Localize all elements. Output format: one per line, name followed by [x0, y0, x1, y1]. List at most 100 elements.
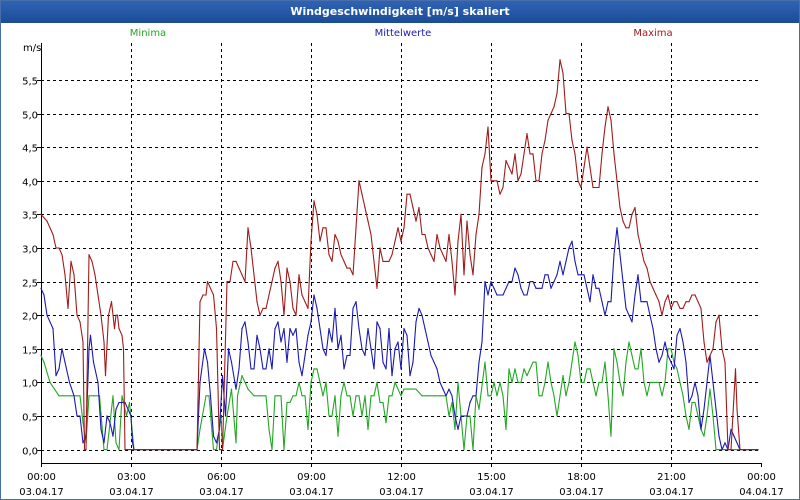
data-point: [586, 368, 588, 370]
data-point: [451, 395, 453, 397]
y-tick-label: 1,5: [22, 346, 38, 357]
data-point: [589, 301, 591, 303]
data-point: [340, 395, 342, 397]
data-point: [82, 442, 84, 444]
data-point: [331, 260, 333, 262]
data-point: [706, 415, 708, 417]
data-point: [502, 186, 504, 189]
data-point: [502, 294, 504, 296]
data-point: [619, 254, 621, 256]
data-point: [664, 381, 666, 383]
x-tick-date: 03.04.17: [289, 487, 334, 498]
data-point: [91, 260, 93, 262]
data-point: [448, 415, 450, 417]
data-point: [634, 368, 636, 370]
data-point: [298, 381, 300, 383]
data-point: [592, 186, 594, 189]
data-point: [244, 321, 246, 323]
data-point: [128, 401, 131, 404]
data-point: [541, 395, 543, 397]
x-tick-time: 21:00: [657, 472, 686, 483]
data-point: [505, 287, 507, 289]
data-point: [673, 301, 675, 303]
data-point: [736, 408, 738, 410]
y-tick-label: 0,5: [22, 413, 38, 424]
data-point: [394, 240, 396, 242]
data-point: [367, 220, 369, 222]
data-point: [298, 274, 300, 276]
data-point: [415, 220, 417, 222]
data-point: [92, 395, 95, 397]
data-point: [226, 281, 228, 283]
data-point: [76, 415, 78, 417]
data-point: [463, 449, 465, 451]
data-point: [130, 415, 132, 417]
data-point: [559, 59, 561, 61]
data-point: [325, 381, 327, 383]
data-point: [289, 401, 291, 404]
data-point: [532, 153, 534, 155]
data-point: [634, 294, 636, 296]
data-point: [694, 401, 696, 404]
data-point: [607, 106, 609, 108]
data-point: [343, 260, 345, 262]
data-point: [559, 395, 561, 397]
data-point: [484, 361, 486, 363]
data-point: [373, 368, 375, 370]
data-point: [667, 348, 669, 350]
x-tick-date: 03.04.17: [559, 487, 604, 498]
data-point: [538, 180, 540, 182]
data-point: [499, 381, 501, 383]
data-point: [508, 166, 510, 168]
data-point: [124, 449, 126, 451]
data-point: [643, 381, 645, 383]
data-point: [613, 348, 615, 350]
data-point: [394, 381, 396, 383]
data-point: [490, 281, 492, 283]
data-point: [511, 281, 513, 283]
data-point: [100, 314, 102, 316]
data-point: [628, 227, 630, 229]
data-point: [487, 395, 489, 397]
data-point: [70, 395, 72, 397]
data-point: [295, 314, 297, 316]
data-point: [619, 207, 621, 209]
data-point: [253, 368, 255, 370]
data-point: [397, 341, 399, 343]
data-point: [601, 153, 603, 155]
data-point: [337, 435, 339, 437]
data-point: [520, 381, 522, 383]
data-point: [334, 233, 336, 236]
data-point: [490, 395, 492, 397]
data-point: [40, 354, 42, 357]
data-point: [658, 381, 660, 383]
data-point: [628, 341, 630, 343]
data-point: [268, 294, 270, 296]
data-point: [115, 408, 117, 410]
data-point: [649, 314, 651, 316]
data-point: [562, 72, 564, 74]
data-point: [517, 381, 519, 383]
data-point: [340, 334, 342, 336]
y-tick-label: 3,5: [22, 211, 38, 222]
data-point: [250, 247, 252, 249]
data-point: [328, 254, 330, 256]
y-tick-label: 4,0: [22, 178, 38, 189]
window-title: Windgeschwindigkeit [m/s] skaliert: [1, 1, 799, 23]
data-point: [436, 368, 438, 370]
data-point: [601, 381, 603, 383]
x-tick-time: 18:00: [567, 472, 596, 483]
data-point: [106, 449, 108, 451]
data-point: [112, 435, 114, 437]
data-point: [511, 381, 513, 383]
data-point: [556, 415, 558, 417]
data-point: [343, 368, 345, 370]
x-tick-date: 04.04.17: [739, 487, 784, 498]
data-point: [88, 395, 90, 397]
data-point: [454, 415, 456, 417]
data-point: [658, 361, 660, 363]
data-point: [277, 321, 279, 323]
data-point: [523, 153, 525, 155]
data-point: [325, 227, 327, 229]
data-point: [610, 119, 612, 121]
